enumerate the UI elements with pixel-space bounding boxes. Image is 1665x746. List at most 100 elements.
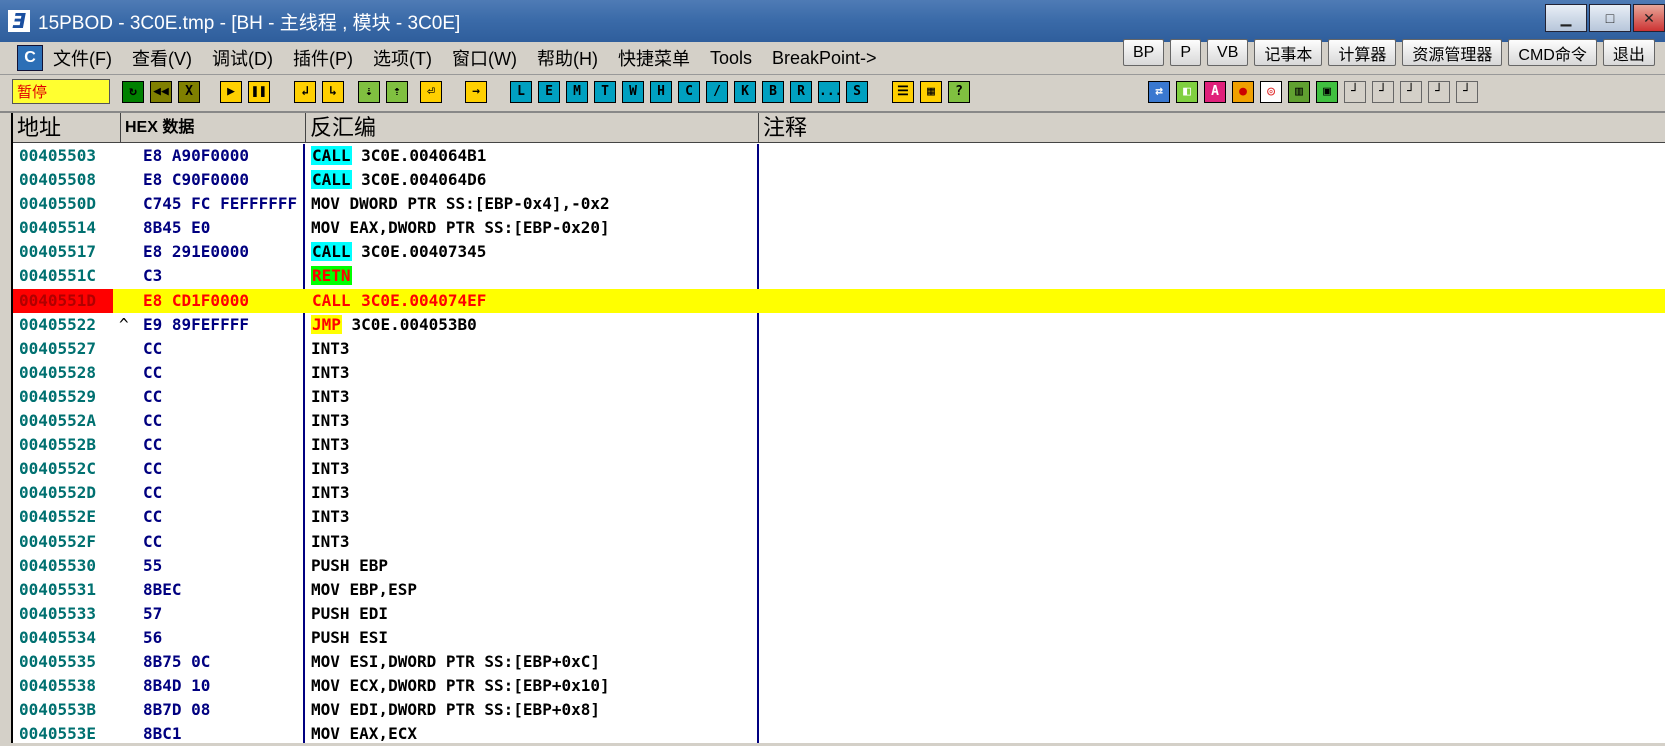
status-indicator: 暂停 (12, 79, 110, 104)
trace-over-icon[interactable]: ⇡ (386, 81, 408, 103)
equalizer-icon[interactable]: ▥ (1288, 81, 1310, 103)
table-row[interactable]: 00405528 CC INT3 (13, 361, 1665, 385)
table-row[interactable]: 0040550D C745 FC FEFFFFFF MOV DWORD PTR SS… (13, 192, 1665, 216)
table-row[interactable]: 0040553E 8BC1 MOV EAX,ECX (13, 722, 1665, 746)
table-row[interactable]: 0040551C C3 RETN (13, 264, 1665, 288)
empty-slot-icon[interactable]: ┘ (1344, 81, 1366, 103)
column-header-hex[interactable]: HEX 数据 (121, 113, 306, 143)
table-row[interactable]: 00405508 E8 C90F0000 CALL 3C0E.004064D6 (13, 168, 1665, 192)
menu-view[interactable]: 查看(V) (132, 45, 192, 71)
log-window-icon[interactable]: L (510, 81, 532, 103)
refresh-icon[interactable]: ⇄ (1148, 81, 1170, 103)
menu-breakpoint[interactable]: BreakPoint-> (772, 48, 877, 69)
address-cell: 0040552A (19, 411, 97, 431)
table-row[interactable]: 00405503 E8 A90F0000 CALL 3C0E.004064B1 (13, 144, 1665, 168)
table-row[interactable]: 00405527 CC INT3 (13, 337, 1665, 361)
table-row[interactable]: 00405514 8B45 E0 MOV EAX,DWORD PTR SS:[EBP… (13, 216, 1665, 240)
step-into-icon[interactable]: ↲ (294, 81, 316, 103)
threads-window-icon[interactable]: T (594, 81, 616, 103)
selected-row[interactable]: 0040551D E8 CD1F0000 CALL 3C0E.004074EF (13, 288, 1665, 313)
run-icon[interactable]: ▶ (220, 81, 242, 103)
table-row[interactable]: 00405531 8BEC MOV EBP,ESP (13, 578, 1665, 602)
table-row[interactable]: 00405534 56 PUSH ESI (13, 626, 1665, 650)
vb-button[interactable]: VB (1207, 39, 1249, 66)
goto-icon[interactable]: → (465, 81, 487, 103)
column-header-comment[interactable]: 注释 (759, 113, 1665, 143)
pause-icon[interactable]: ❚❚ (248, 81, 270, 103)
help-icon[interactable]: ? (948, 81, 970, 103)
table-row[interactable]: 0040552D CC INT3 (13, 481, 1665, 505)
menu-shortcuts[interactable]: 快捷菜单 (618, 45, 690, 71)
step-over-icon[interactable]: ↳ (322, 81, 344, 103)
operand-text: PUSH ESI (311, 627, 389, 647)
explorer-button[interactable]: 资源管理器 (1402, 39, 1503, 66)
operand-text: MOV EAX,ECX (311, 724, 417, 744)
table-row[interactable]: 0040552A CC INT3 (13, 409, 1665, 433)
breakpoints-window-icon[interactable]: B (762, 81, 784, 103)
table-row[interactable]: 00405517 E8 291E0000 CALL 3C0E.00407345 (13, 240, 1665, 264)
calculator-button[interactable]: 计算器 (1328, 39, 1397, 66)
call-stack-window-icon[interactable]: K (734, 81, 756, 103)
menu-file[interactable]: 文件(F) (53, 45, 112, 71)
modules-window-icon[interactable]: E (538, 81, 560, 103)
maximize-button[interactable]: □ (1589, 4, 1631, 32)
red-circle-icon[interactable]: ● (1232, 81, 1254, 103)
table-row[interactable]: 00405538 8B4D 10 MOV ECX,DWORD PTR SS:[EBP… (13, 674, 1665, 698)
restart-icon[interactable]: ↻ (122, 81, 144, 103)
table-row[interactable]: 0040552C CC INT3 (13, 457, 1665, 481)
table-row[interactable]: 0040552B CC INT3 (13, 433, 1665, 457)
table-row[interactable]: 0040552F CC INT3 (13, 530, 1665, 554)
source-window-icon[interactable]: S (846, 81, 868, 103)
target-icon[interactable]: ◎ (1260, 81, 1282, 103)
table-row[interactable]: 00405535 8B75 0C MOV ESI,DWORD PTR SS:[EBP… (13, 650, 1665, 674)
a-icon[interactable]: A (1204, 81, 1226, 103)
table-row[interactable]: 00405533 57 PUSH EDI (13, 602, 1665, 626)
run-trace-window-icon[interactable]: ... (818, 81, 842, 103)
plugin-icon[interactable]: ◧ (1176, 81, 1198, 103)
p-button[interactable]: P (1170, 39, 1202, 66)
table-row[interactable]: 0040552E CC INT3 (13, 505, 1665, 529)
list-icon[interactable]: ☰ (892, 81, 914, 103)
column-header-disasm[interactable]: 反汇编 (306, 113, 759, 143)
empty-slot-icon[interactable]: ┘ (1428, 81, 1450, 103)
disassembly-pane[interactable]: 地址 HEX 数据 反汇编 注释 00405503 E8 A90F0000 CALL… (11, 113, 1665, 743)
patches-window-icon[interactable]: / (706, 81, 728, 103)
cmd-button[interactable]: CMD命令 (1508, 39, 1597, 66)
disasm-cell: RETN (311, 264, 751, 288)
empty-slot-icon[interactable]: ┘ (1400, 81, 1422, 103)
menu-window[interactable]: 窗口(W) (452, 45, 517, 71)
execute-till-return-icon[interactable]: ⏎ (420, 81, 442, 103)
bp-button[interactable]: BP (1123, 39, 1165, 66)
minimize-button[interactable]: ▁ (1545, 4, 1587, 32)
disasm-cell: PUSH ESI (311, 626, 751, 650)
table-row[interactable]: 00405530 55 PUSH EBP (13, 554, 1665, 578)
table-row[interactable]: 00405522 ^ E9 89FEFFFF JMP 3C0E.004053B0 (13, 313, 1665, 337)
empty-slot-icon[interactable]: ┘ (1372, 81, 1394, 103)
grid-icon[interactable]: ▦ (920, 81, 942, 103)
table-row[interactable]: 0040553B 8B7D 08 MOV EDI,DWORD PTR SS:[EBP… (13, 698, 1665, 722)
close-button[interactable]: ✕ (1633, 4, 1665, 32)
menu-plugins[interactable]: 插件(P) (293, 45, 353, 71)
column-header-address[interactable]: 地址 (13, 113, 121, 143)
address-cell: 0040552F (19, 531, 97, 551)
operand-text: INT3 (311, 362, 350, 382)
cpu-window-icon[interactable]: C (17, 45, 43, 71)
screen-icon[interactable]: ▣ (1316, 81, 1338, 103)
memory-window-icon[interactable]: M (566, 81, 588, 103)
windows-window-icon[interactable]: W (622, 81, 644, 103)
exit-button[interactable]: 退出 (1602, 39, 1655, 66)
close-icon[interactable]: ◀◀ (150, 81, 172, 103)
operand-text: 3C0E.004053B0 (341, 314, 477, 334)
table-row[interactable]: 00405529 CC INT3 (13, 385, 1665, 409)
references-window-icon[interactable]: R (790, 81, 812, 103)
x-icon[interactable]: X (178, 81, 200, 103)
trace-into-icon[interactable]: ⇣ (358, 81, 380, 103)
menu-help[interactable]: 帮助(H) (537, 45, 598, 71)
notepad-button[interactable]: 记事本 (1254, 39, 1323, 66)
menu-tools[interactable]: Tools (710, 48, 752, 69)
empty-slot-icon[interactable]: ┘ (1456, 81, 1478, 103)
menu-options[interactable]: 选项(T) (373, 45, 432, 71)
handles-window-icon[interactable]: H (650, 81, 672, 103)
menu-debug[interactable]: 调试(D) (212, 45, 273, 71)
cpu-window-tb-icon[interactable]: C (678, 81, 700, 103)
